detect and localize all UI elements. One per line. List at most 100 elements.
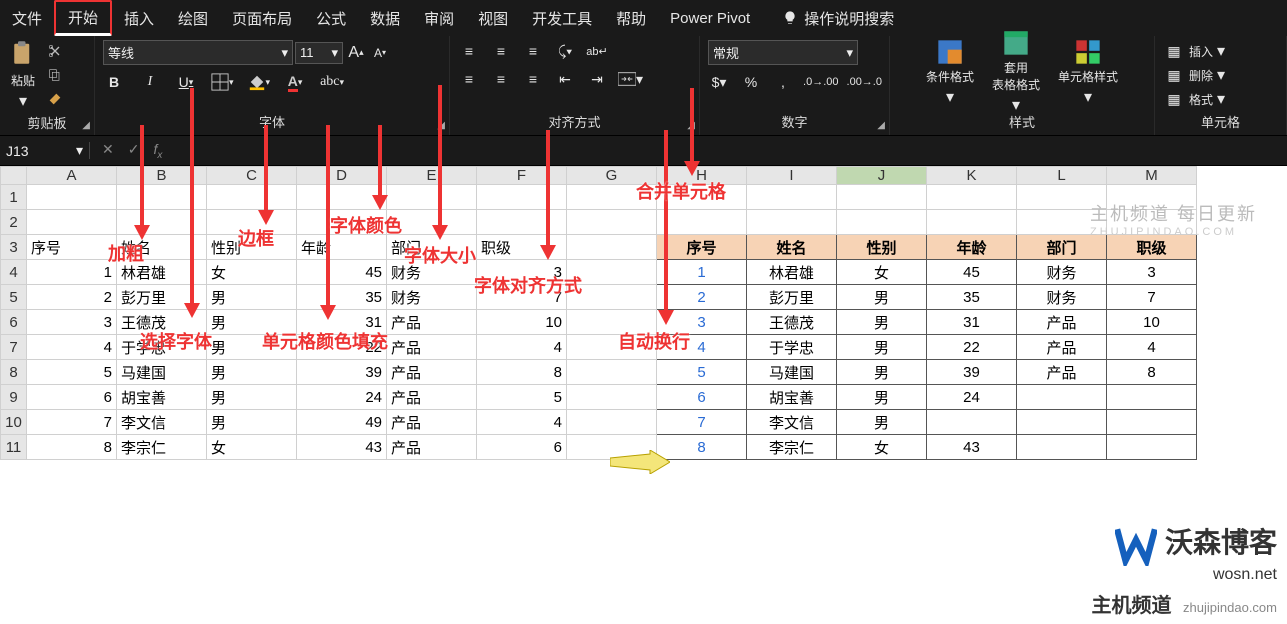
cell-J8[interactable]: 男: [837, 360, 927, 385]
tab-home[interactable]: 开始: [54, 0, 112, 36]
cell-D10[interactable]: 49: [297, 410, 387, 435]
tab-insert[interactable]: 插入: [112, 0, 166, 36]
cell-C3[interactable]: 性别: [207, 235, 297, 260]
cell-B10[interactable]: 李文信: [117, 410, 207, 435]
insert-cells-button[interactable]: ▦: [1163, 40, 1185, 62]
row-header-7[interactable]: 7: [1, 335, 27, 360]
decrease-indent-button[interactable]: ⇤: [554, 68, 576, 90]
cell-F6[interactable]: 10: [477, 310, 567, 335]
cell-E6[interactable]: 产品: [387, 310, 477, 335]
cell-I7[interactable]: 于学忠: [747, 335, 837, 360]
cell-M8[interactable]: 8: [1107, 360, 1197, 385]
fill-color-button[interactable]: ▾: [248, 71, 271, 93]
tab-layout[interactable]: 页面布局: [220, 0, 304, 36]
row-header-3[interactable]: 3: [1, 235, 27, 260]
row-header-2[interactable]: 2: [1, 210, 27, 235]
cell-K5[interactable]: 35: [927, 285, 1017, 310]
cell-I11[interactable]: 李宗仁: [747, 435, 837, 460]
cell-L2[interactable]: [1017, 210, 1107, 235]
font-launcher-icon[interactable]: ◢: [437, 120, 445, 131]
cell-L5[interactable]: 财务: [1017, 285, 1107, 310]
phonetic-button[interactable]: abc▾: [320, 71, 344, 93]
cell-F7[interactable]: 4: [477, 335, 567, 360]
cell-G5[interactable]: [567, 285, 657, 310]
cell-D7[interactable]: 22: [297, 335, 387, 360]
cell-H6[interactable]: 3: [657, 310, 747, 335]
orientation-button[interactable]: ⤹▾: [554, 40, 576, 62]
cell-B7[interactable]: 于学忠: [117, 335, 207, 360]
cell-K8[interactable]: 39: [927, 360, 1017, 385]
cell-J11[interactable]: 女: [837, 435, 927, 460]
row-header-9[interactable]: 9: [1, 385, 27, 410]
merge-cells-button[interactable]: ▾: [618, 68, 643, 90]
col-header-I[interactable]: I: [747, 167, 837, 185]
cell-A6[interactable]: 3: [27, 310, 117, 335]
cell-G3[interactable]: [567, 235, 657, 260]
cell-F9[interactable]: 5: [477, 385, 567, 410]
cell-D3[interactable]: 年龄: [297, 235, 387, 260]
tab-help[interactable]: 帮助: [604, 0, 658, 36]
cell-G4[interactable]: [567, 260, 657, 285]
col-header-M[interactable]: M: [1107, 167, 1197, 185]
cell-A2[interactable]: [27, 210, 117, 235]
italic-button[interactable]: I: [139, 71, 161, 93]
cell-H8[interactable]: 5: [657, 360, 747, 385]
align-center-button[interactable]: ≡: [490, 68, 512, 90]
comma-button[interactable]: ,: [772, 71, 794, 93]
cell-K3[interactable]: 年龄: [927, 235, 1017, 260]
format-cells-button[interactable]: ▦: [1163, 88, 1185, 110]
cell-J2[interactable]: [837, 210, 927, 235]
cell-L7[interactable]: 产品: [1017, 335, 1107, 360]
grid[interactable]: ABCDEFGHIJKLM123序号姓名性别年龄部门职级序号姓名性别年龄部门职级…: [0, 166, 1197, 460]
cell-H5[interactable]: 2: [657, 285, 747, 310]
cell-G6[interactable]: [567, 310, 657, 335]
cell-I4[interactable]: 林君雄: [747, 260, 837, 285]
clipboard-launcher-icon[interactable]: ◢: [82, 120, 90, 131]
cell-L6[interactable]: 产品: [1017, 310, 1107, 335]
tab-formulas[interactable]: 公式: [304, 0, 358, 36]
cell-I8[interactable]: 马建国: [747, 360, 837, 385]
cell-J3[interactable]: 性别: [837, 235, 927, 260]
cell-F1[interactable]: [477, 185, 567, 210]
cell-A7[interactable]: 4: [27, 335, 117, 360]
col-header-J[interactable]: J: [837, 167, 927, 185]
cell-E5[interactable]: 财务: [387, 285, 477, 310]
cell-E11[interactable]: 产品: [387, 435, 477, 460]
cell-D8[interactable]: 39: [297, 360, 387, 385]
increase-font-button[interactable]: A▴: [345, 42, 367, 64]
enter-formula-icon[interactable]: ✓: [128, 141, 140, 161]
cell-E7[interactable]: 产品: [387, 335, 477, 360]
col-header-F[interactable]: F: [477, 167, 567, 185]
cell-K6[interactable]: 31: [927, 310, 1017, 335]
cell-J5[interactable]: 男: [837, 285, 927, 310]
cell-J4[interactable]: 女: [837, 260, 927, 285]
cell-L1[interactable]: [1017, 185, 1107, 210]
cell-C8[interactable]: 男: [207, 360, 297, 385]
tab-file[interactable]: 文件: [0, 0, 54, 36]
cell-C2[interactable]: [207, 210, 297, 235]
cell-B9[interactable]: 胡宝善: [117, 385, 207, 410]
cell-I1[interactable]: [747, 185, 837, 210]
col-header-K[interactable]: K: [927, 167, 1017, 185]
cell-L3[interactable]: 部门: [1017, 235, 1107, 260]
row-header-10[interactable]: 10: [1, 410, 27, 435]
cell-A5[interactable]: 2: [27, 285, 117, 310]
cell-D4[interactable]: 45: [297, 260, 387, 285]
cell-G11[interactable]: [567, 435, 657, 460]
tab-dev[interactable]: 开发工具: [520, 0, 604, 36]
cell-F4[interactable]: 3: [477, 260, 567, 285]
font-name-select[interactable]: 等线▾: [103, 40, 293, 65]
cell-A4[interactable]: 1: [27, 260, 117, 285]
cell-C7[interactable]: 男: [207, 335, 297, 360]
cell-H10[interactable]: 7: [657, 410, 747, 435]
cell-styles-button[interactable]: 单元格样式▾: [1058, 38, 1118, 107]
decrease-decimal-button[interactable]: .00→.0: [848, 71, 882, 93]
align-top-button[interactable]: ≡: [458, 40, 480, 62]
cell-E10[interactable]: 产品: [387, 410, 477, 435]
cell-M4[interactable]: 3: [1107, 260, 1197, 285]
cell-M6[interactable]: 10: [1107, 310, 1197, 335]
tab-power-pivot[interactable]: Power Pivot: [658, 0, 762, 36]
cell-L11[interactable]: [1017, 435, 1107, 460]
cell-B8[interactable]: 马建国: [117, 360, 207, 385]
cell-C1[interactable]: [207, 185, 297, 210]
